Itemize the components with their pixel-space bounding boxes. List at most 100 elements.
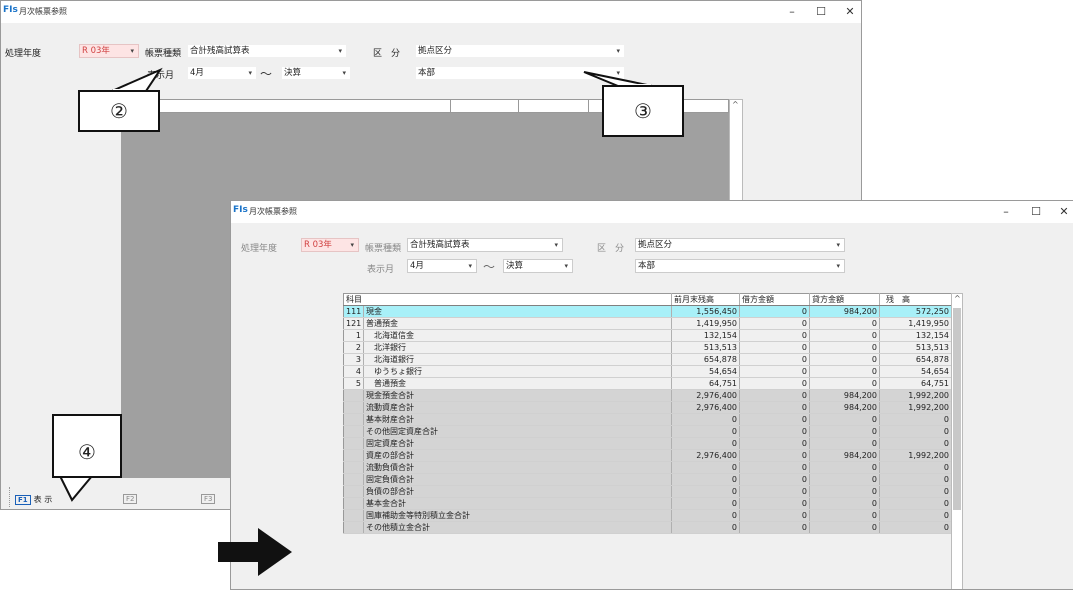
table-row[interactable]: その他積立金合計 0 0 0 0 <box>343 521 952 534</box>
year-label: 処理年度 <box>241 244 278 254</box>
row-code: 4 <box>343 365 364 378</box>
row-code <box>343 437 364 450</box>
app-logo-icon: FIs <box>3 5 18 15</box>
minimize-icon[interactable]: – <box>991 203 1021 221</box>
row-balance: 1,419,950 <box>879 317 952 330</box>
report-type-label: 帳票種類 <box>365 244 402 254</box>
month-to-value: 決算 <box>284 68 302 78</box>
month-to-select[interactable]: 決算 ▾ <box>503 259 573 273</box>
row-account-name: 北海道信金 <box>363 329 672 342</box>
ledger-table: 科目 前月末残高 借方金額 貸方金額 残 高 111 現金 1,556,450 0 98… <box>343 293 952 534</box>
branch-select[interactable]: 本部 ▾ <box>635 259 845 273</box>
table-row[interactable]: 流動負債合計 0 0 0 0 <box>343 461 952 474</box>
row-balance: 1,992,200 <box>879 389 952 402</box>
chevron-down-icon: ▾ <box>350 241 354 249</box>
month-to-select[interactable]: 決算 ▾ <box>281 66 351 80</box>
table-row[interactable]: 基本財産合計 0 0 0 0 <box>343 413 952 426</box>
close-icon[interactable]: ✕ <box>1049 203 1073 221</box>
header-credit: 貸方金額 <box>809 293 880 306</box>
row-code <box>343 425 364 438</box>
row-debit: 0 <box>739 341 810 354</box>
row-balance: 1,992,200 <box>879 401 952 414</box>
row-debit: 0 <box>739 461 810 474</box>
chevron-down-icon: ▾ <box>338 47 342 55</box>
row-balance: 0 <box>879 521 952 534</box>
table-row[interactable]: 固定負債合計 0 0 0 0 <box>343 473 952 486</box>
row-code: 3 <box>343 353 364 366</box>
table-header-row: 科目 前月末残高 借方金額 貸方金額 残 高 <box>343 293 952 306</box>
month-from-select[interactable]: 4月 ▾ <box>187 66 257 80</box>
year-select[interactable]: R 03年 ▾ <box>79 44 139 58</box>
row-debit: 0 <box>739 389 810 402</box>
row-account-name: 北洋銀行 <box>363 341 672 354</box>
row-debit: 0 <box>739 353 810 366</box>
row-prev-balance: 0 <box>671 509 740 522</box>
callout-4-text: ④ <box>78 440 96 464</box>
table-row[interactable]: 2 北洋銀行 513,513 0 0 513,513 <box>343 341 952 354</box>
table-row[interactable]: 3 北海道銀行 654,878 0 0 654,878 <box>343 353 952 366</box>
chevron-down-icon: ▾ <box>836 262 840 270</box>
row-debit: 0 <box>739 449 810 462</box>
row-credit: 0 <box>809 485 880 498</box>
callout-2-text: ② <box>110 99 128 123</box>
row-debit: 0 <box>739 365 810 378</box>
chevron-down-icon: ▾ <box>564 262 568 270</box>
row-code: 121 <box>343 317 364 330</box>
row-balance: 132,154 <box>879 329 952 342</box>
table-row[interactable]: 資産の部合計 2,976,400 0 984,200 1,992,200 <box>343 449 952 462</box>
table-row[interactable]: 固定資産合計 0 0 0 0 <box>343 437 952 450</box>
table-row[interactable]: 111 現金 1,556,450 0 984,200 572,250 <box>343 305 952 318</box>
row-credit: 0 <box>809 365 880 378</box>
row-balance: 0 <box>879 485 952 498</box>
row-account-name: 流動資産合計 <box>363 401 672 414</box>
close-icon[interactable]: ✕ <box>835 3 861 21</box>
row-prev-balance: 54,654 <box>671 365 740 378</box>
year-select[interactable]: R 03年 ▾ <box>301 238 359 252</box>
row-account-name: 基本金合計 <box>363 497 672 510</box>
row-account-name: 現金 <box>363 305 672 318</box>
chevron-down-icon: ▾ <box>342 69 346 77</box>
row-account-name: 普通預金 <box>363 377 672 390</box>
row-balance: 0 <box>879 473 952 486</box>
report-type-select[interactable]: 合計残高試算表 ▾ <box>187 44 347 58</box>
table-row[interactable]: 現金預金合計 2,976,400 0 984,200 1,992,200 <box>343 389 952 402</box>
row-account-name: 普通預金 <box>363 317 672 330</box>
window-title: 月次帳票参照 <box>19 7 67 16</box>
row-balance: 0 <box>879 437 952 450</box>
division-select[interactable]: 拠点区分 ▾ <box>415 44 625 58</box>
table-row[interactable]: 国庫補助金等特別積立金合計 0 0 0 0 <box>343 509 952 522</box>
scroll-up-icon[interactable]: ^ <box>732 100 739 109</box>
branch-value: 本部 <box>418 68 436 78</box>
table-row[interactable]: 流動資産合計 2,976,400 0 984,200 1,992,200 <box>343 401 952 414</box>
table-row[interactable]: 負債の部合計 0 0 0 0 <box>343 485 952 498</box>
row-account-name: 資産の部合計 <box>363 449 672 462</box>
row-credit: 0 <box>809 497 880 510</box>
row-credit: 0 <box>809 329 880 342</box>
branch-select[interactable]: 本部 ▾ <box>415 66 625 80</box>
division-select[interactable]: 拠点区分 ▾ <box>635 238 845 252</box>
minimize-icon[interactable]: – <box>777 3 807 21</box>
row-prev-balance: 513,513 <box>671 341 740 354</box>
maximize-icon[interactable]: ☐ <box>1021 203 1051 221</box>
table-scrollbar[interactable]: ^ <box>951 293 963 589</box>
row-debit: 0 <box>739 305 810 318</box>
table-row[interactable]: その他固定資産合計 0 0 0 0 <box>343 425 952 438</box>
year-value: R 03年 <box>82 46 110 56</box>
scroll-thumb[interactable] <box>953 308 961 510</box>
month-from-select[interactable]: 4月 ▾ <box>407 259 477 273</box>
table-row[interactable]: 4 ゆうちょ銀行 54,654 0 0 54,654 <box>343 365 952 378</box>
row-code <box>343 473 364 486</box>
f1-display-button[interactable]: F1 表 示 <box>15 494 52 505</box>
table-row[interactable]: 121 普通預金 1,419,950 0 0 1,419,950 <box>343 317 952 330</box>
row-credit: 0 <box>809 473 880 486</box>
table-row[interactable]: 1 北海道信金 132,154 0 0 132,154 <box>343 329 952 342</box>
report-type-select[interactable]: 合計残高試算表 ▾ <box>407 238 563 252</box>
maximize-icon[interactable]: ☐ <box>806 3 836 21</box>
scroll-up-icon[interactable]: ^ <box>954 294 961 303</box>
row-prev-balance: 1,556,450 <box>671 305 740 318</box>
table-row[interactable]: 5 普通預金 64,751 0 0 64,751 <box>343 377 952 390</box>
table-row[interactable]: 基本金合計 0 0 0 0 <box>343 497 952 510</box>
app-logo-icon: FIs <box>233 205 248 215</box>
f2-button[interactable]: F2 <box>123 494 140 504</box>
f3-button[interactable]: F3 <box>201 494 218 504</box>
